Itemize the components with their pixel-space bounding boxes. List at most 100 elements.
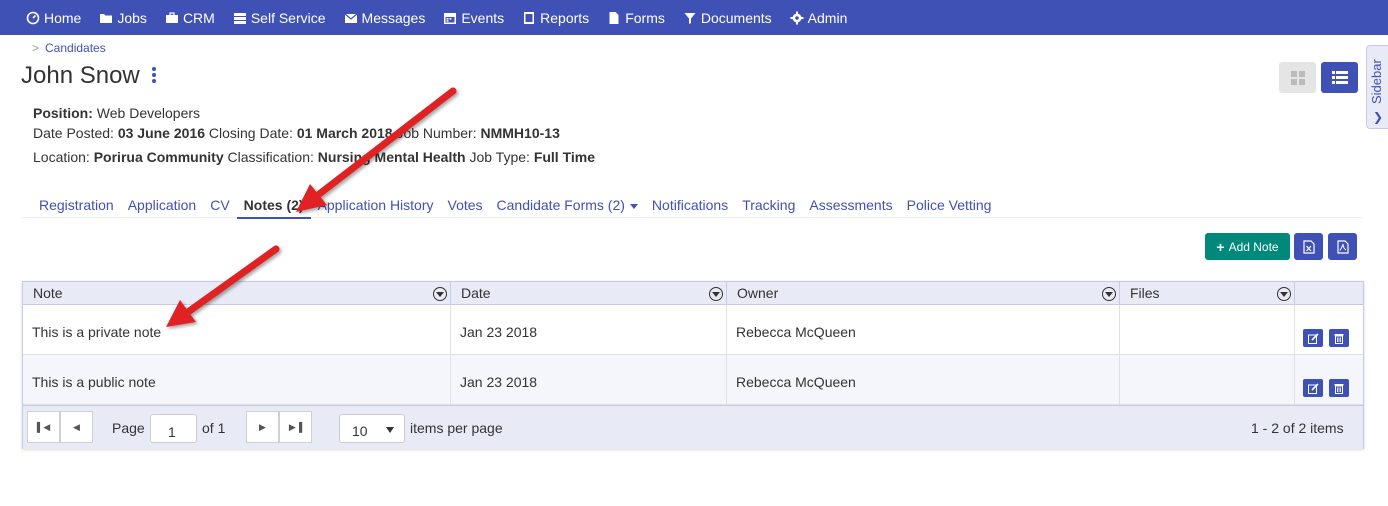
nav-reports[interactable]: Reports — [522, 10, 589, 26]
export-excel-button[interactable] — [1294, 233, 1323, 260]
note-cell: This is a private note — [23, 305, 451, 355]
job-type-value: Full Time — [533, 149, 596, 165]
nav-reports-label: Reports — [540, 9, 590, 26]
sidebar-toggle[interactable]: Sidebar ❯ — [1366, 45, 1388, 129]
add-note-label: Add Note — [1228, 239, 1279, 254]
add-note-button[interactable]: + Add Note — [1205, 233, 1290, 260]
column-files-label: Files — [1130, 285, 1160, 301]
nav-forms[interactable]: Forms — [607, 10, 665, 26]
items-per-page-select[interactable]: 10 — [339, 414, 405, 443]
nav-jobs[interactable]: Jobs — [99, 10, 147, 26]
nav-messages[interactable]: Messages — [344, 10, 425, 26]
filter-icon[interactable] — [433, 287, 447, 301]
delete-button[interactable] — [1329, 329, 1349, 347]
page-count-label: of 1 — [202, 420, 226, 436]
location-label: Location: — [33, 149, 90, 165]
breadcrumb: > Candidates — [32, 41, 106, 55]
closing-date-label: Closing Date: — [208, 125, 293, 141]
edit-button[interactable] — [1303, 329, 1323, 347]
edit-icon — [1307, 332, 1319, 344]
list-view-button[interactable] — [1321, 62, 1358, 93]
position-label: Position: — [33, 105, 93, 121]
caret-down-icon — [629, 203, 638, 209]
gear-icon — [790, 11, 804, 25]
filter-icon[interactable] — [1277, 287, 1291, 301]
delete-button[interactable] — [1329, 379, 1349, 397]
envelope-icon — [344, 11, 358, 25]
page-number-input[interactable] — [150, 414, 197, 443]
top-navigation: Home Jobs CRM Self Service Messages Even… — [0, 0, 1388, 35]
trash-icon — [1334, 333, 1344, 344]
nav-jobs-label: Jobs — [117, 9, 147, 26]
tab-application[interactable]: Application — [121, 193, 204, 219]
filter-icon — [683, 11, 697, 25]
note-cell: This is a public note — [23, 355, 451, 405]
briefcase-icon — [165, 11, 179, 25]
breadcrumb-candidates-link[interactable]: Candidates — [45, 41, 106, 55]
previous-page-icon: ◀ — [73, 421, 80, 432]
table-row[interactable]: This is a public note Jan 23 2018 Rebecc… — [23, 355, 1363, 405]
nav-home[interactable]: Home — [26, 10, 81, 26]
tab-police-vetting[interactable]: Police Vetting — [900, 193, 999, 219]
date-cell: Jan 23 2018 — [451, 355, 727, 405]
column-note-label: Note — [33, 285, 63, 301]
server-icon — [233, 11, 247, 25]
closing-date-value: 01 March 2018 — [296, 125, 393, 141]
nav-documents[interactable]: Documents — [683, 10, 772, 26]
tab-candidate-forms-label: Candidate Forms (2) — [496, 197, 625, 213]
column-header-date[interactable]: Date — [451, 282, 727, 305]
breadcrumb-separator: > — [32, 41, 40, 55]
filter-icon[interactable] — [709, 287, 723, 301]
tab-votes[interactable]: Votes — [441, 193, 490, 219]
previous-page-button[interactable]: ◀ — [60, 411, 93, 443]
last-page-button[interactable]: ▶▐ — [279, 411, 312, 443]
nav-documents-label: Documents — [700, 9, 772, 26]
pager: ▌◀ ◀ Page of 1 ▶ ▶▐ 10 items per page 1 … — [23, 405, 1363, 449]
next-page-button[interactable]: ▶ — [246, 411, 279, 443]
tab-notes[interactable]: Notes (2) — [236, 193, 311, 219]
report-icon — [522, 11, 536, 25]
tab-cv[interactable]: CV — [203, 193, 236, 219]
date-posted-value: 03 June 2016 — [117, 125, 205, 141]
nav-admin[interactable]: Admin — [790, 9, 848, 26]
trash-icon — [1334, 383, 1344, 394]
chevron-right-icon: ❯ — [1373, 110, 1384, 124]
nav-self-service-label: Self Service — [250, 9, 326, 26]
nav-events[interactable]: Events — [443, 10, 504, 26]
tab-notifications[interactable]: Notifications — [645, 193, 735, 219]
edit-button[interactable] — [1303, 379, 1323, 397]
location-line: Location: Porirua Community Classificati… — [33, 149, 595, 165]
grid-view-button[interactable] — [1279, 62, 1316, 93]
tab-candidate-forms[interactable]: Candidate Forms (2) — [490, 193, 645, 219]
files-cell — [1120, 305, 1295, 355]
items-summary: 1 - 2 of 2 items — [1251, 420, 1344, 436]
tab-registration[interactable]: Registration — [32, 193, 121, 219]
nav-self-service[interactable]: Self Service — [233, 10, 326, 26]
job-number-label: Job Number: — [396, 125, 477, 141]
filter-icon[interactable] — [1102, 287, 1116, 301]
last-page-icon: ▶▐ — [288, 421, 303, 432]
chevron-down-icon — [386, 427, 394, 433]
tab-tracking[interactable]: Tracking — [735, 193, 802, 219]
pdf-file-icon — [1336, 239, 1349, 254]
excel-file-icon — [1302, 239, 1315, 254]
column-header-note[interactable]: Note — [23, 282, 451, 305]
nav-home-label: Home — [44, 9, 82, 26]
position-value: Web Developers — [96, 105, 201, 121]
first-page-button[interactable]: ▌◀ — [27, 411, 60, 443]
tabs: Registration Application CV Notes (2) Ap… — [32, 193, 998, 219]
tab-application-history[interactable]: Application History — [311, 193, 441, 219]
table-row[interactable]: This is a private note Jan 23 2018 Rebec… — [23, 305, 1363, 355]
location-value: Porirua Community — [93, 149, 224, 165]
more-options-icon[interactable] — [150, 67, 158, 85]
nav-admin-label: Admin — [807, 9, 848, 26]
export-pdf-button[interactable] — [1328, 233, 1357, 260]
nav-crm[interactable]: CRM — [165, 10, 215, 26]
nav-crm-label: CRM — [182, 9, 215, 26]
tab-assessments[interactable]: Assessments — [802, 193, 899, 219]
next-page-icon: ▶ — [259, 421, 266, 432]
page-label: Page — [112, 420, 145, 436]
column-header-owner[interactable]: Owner — [727, 282, 1120, 305]
column-header-files[interactable]: Files — [1120, 282, 1295, 305]
grid-header: Note Date Owner Files — [23, 282, 1363, 305]
